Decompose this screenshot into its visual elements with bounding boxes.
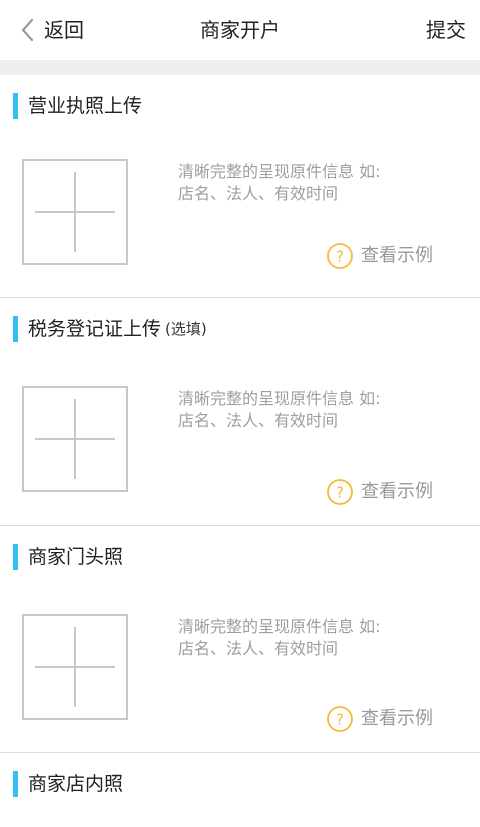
page-title: 商家开户 [200, 18, 280, 42]
accent-bar [13, 771, 18, 797]
svg-text:?: ? [336, 711, 344, 729]
section-title: 商家店内照 [28, 773, 124, 795]
plus-icon [35, 627, 115, 707]
optional-label: (选填) [165, 320, 207, 338]
plus-icon [35, 399, 115, 479]
upload-box-storefront[interactable] [22, 614, 128, 720]
section-header: 税务登记证上传 (选填) [0, 316, 207, 342]
section-title: 营业执照上传 [28, 95, 143, 117]
section-header: 营业执照上传 [0, 93, 142, 119]
section-business-license: 营业执照上传 清晰完整的呈现原件信息 如: 店名、法人、有效时间 ? 查看示例 [0, 75, 480, 297]
view-example-button[interactable]: ? 查看示例 [326, 705, 433, 733]
hint-line-2: 店名、法人、有效时间 [178, 184, 339, 203]
submit-button[interactable]: 提交 [426, 16, 466, 44]
section-header: 商家店内照 [0, 771, 123, 797]
accent-bar [13, 93, 18, 119]
question-circle-icon: ? [327, 243, 353, 269]
section-title: 税务登记证上传 [28, 318, 162, 340]
question-circle-icon: ? [327, 706, 353, 732]
hint-line-1: 清晰完整的呈现原件信息 如: [178, 389, 381, 408]
example-label: 查看示例 [361, 708, 433, 729]
hint-text: 清晰完整的呈现原件信息 如: 店名、法人、有效时间 [178, 161, 438, 205]
svg-text:?: ? [336, 484, 344, 502]
section-storefront-photo: 商家门头照 清晰完整的呈现原件信息 如: 店名、法人、有效时间 ? 查看示例 [0, 526, 480, 752]
header-gap [0, 60, 480, 75]
example-label: 查看示例 [361, 481, 433, 502]
accent-bar [13, 316, 18, 342]
accent-bar [13, 544, 18, 570]
upload-box-tax-registration[interactable] [22, 386, 128, 492]
question-circle-icon: ? [327, 479, 353, 505]
plus-icon [35, 172, 115, 252]
hint-line-1: 清晰完整的呈现原件信息 如: [178, 617, 381, 636]
upload-box-business-license[interactable] [22, 159, 128, 265]
section-interior-photo: 商家店内照 [0, 753, 480, 827]
section-tax-registration: 税务登记证上传 (选填) 清晰完整的呈现原件信息 如: 店名、法人、有效时间 ?… [0, 298, 480, 525]
svg-text:?: ? [336, 248, 344, 266]
view-example-button[interactable]: ? 查看示例 [326, 478, 433, 506]
hint-text: 清晰完整的呈现原件信息 如: 店名、法人、有效时间 [178, 388, 438, 432]
hint-text: 清晰完整的呈现原件信息 如: 店名、法人、有效时间 [178, 616, 438, 660]
section-title: 商家门头照 [28, 546, 124, 568]
section-header: 商家门头照 [0, 544, 123, 570]
hint-line-1: 清晰完整的呈现原件信息 如: [178, 162, 381, 181]
hint-line-2: 店名、法人、有效时间 [178, 411, 339, 430]
example-label: 查看示例 [361, 245, 433, 266]
nav-bar: 返回 商家开户 提交 [0, 0, 480, 60]
view-example-button[interactable]: ? 查看示例 [326, 242, 433, 270]
hint-line-2: 店名、法人、有效时间 [178, 639, 339, 658]
